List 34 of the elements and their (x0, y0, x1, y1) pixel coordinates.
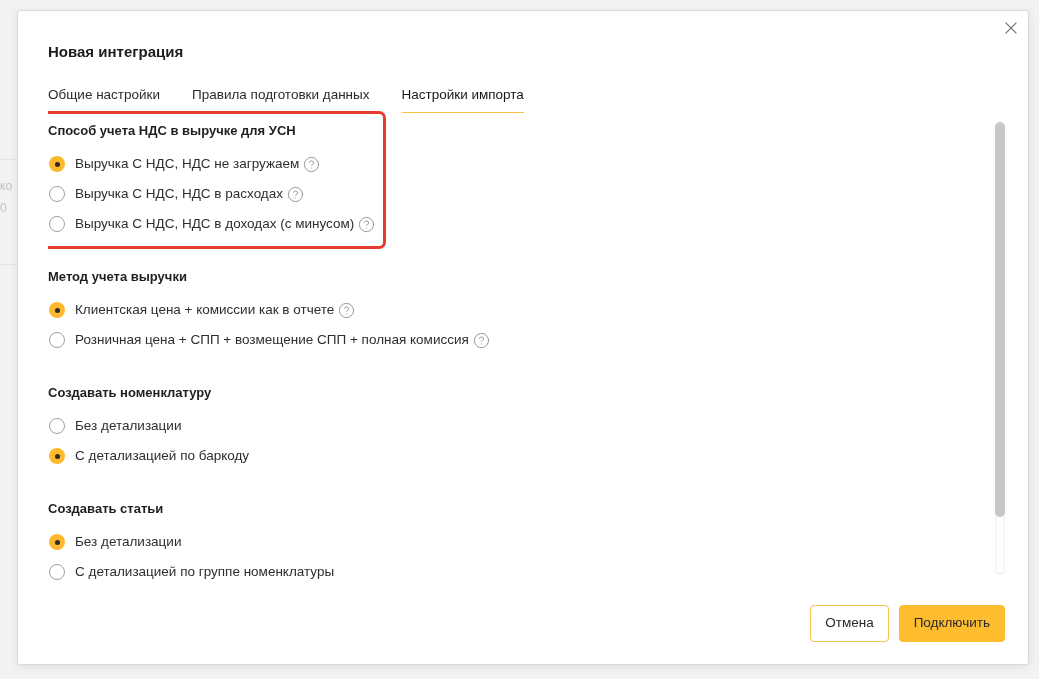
option-label[interactable]: Выручка С НДС, НДС не загружаем (75, 155, 300, 173)
radio-button[interactable] (49, 418, 65, 434)
radio-button[interactable] (49, 186, 65, 202)
section-heading: Способ учета НДС в выручке для УСН (48, 122, 296, 140)
section-heading: Создавать номенклатуру (48, 384, 212, 402)
radio-button[interactable] (49, 156, 65, 172)
radio-button[interactable] (49, 448, 65, 464)
option-label[interactable]: Выручка С НДС, НДС в расходах (75, 185, 283, 203)
section-heading: Создавать статьи (48, 500, 164, 518)
radio-button[interactable] (49, 216, 65, 232)
dialog-title: Новая интеграция (48, 42, 184, 62)
tab[interactable]: Общие настройки (48, 86, 161, 113)
option-label[interactable]: Без детализации (75, 533, 182, 551)
option-label[interactable]: Розничная цена + СПП + возмещение СПП + полная комиссия (75, 331, 469, 349)
radio-button[interactable] (49, 302, 65, 318)
section-heading: Метод учета выручки (48, 268, 187, 286)
radio-button[interactable] (49, 534, 65, 550)
help-icon[interactable] (303, 155, 321, 173)
option-label[interactable]: Без детализации (75, 417, 182, 435)
help-icon[interactable] (472, 331, 490, 349)
help-icon[interactable] (358, 215, 376, 233)
option-label[interactable]: Выручка С НДС, НДС в доходах (с минусом) (75, 215, 355, 233)
option-label[interactable]: С детализацией по группе номенклатуры (75, 563, 335, 581)
option-label[interactable]: Клиентская цена + комиссии как в отчете (75, 301, 335, 319)
help-icon[interactable] (338, 301, 356, 319)
radio-button[interactable] (49, 332, 65, 348)
tab[interactable]: Настройки импорта (401, 86, 524, 113)
tab[interactable]: Правила подготовки данных (192, 86, 370, 113)
option-label[interactable]: С детализацией по баркоду (75, 447, 250, 465)
cancel-button[interactable]: Отмена (810, 605, 889, 642)
close-icon[interactable] (1005, 22, 1017, 34)
radio-button[interactable] (49, 564, 65, 580)
help-icon[interactable] (287, 185, 304, 203)
connect-button[interactable]: Подключить (898, 605, 1005, 642)
